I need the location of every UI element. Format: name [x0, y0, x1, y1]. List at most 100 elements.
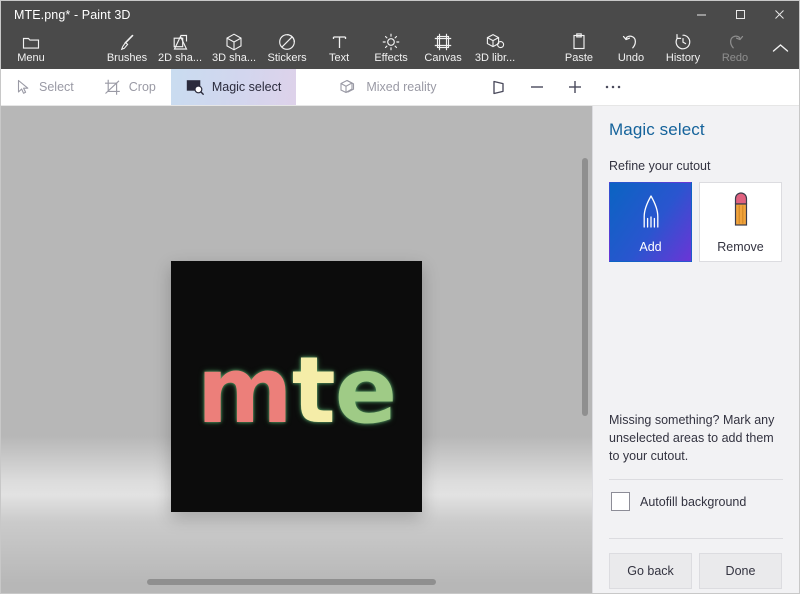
clipboard-icon — [571, 34, 587, 51]
view-3d-button[interactable] — [480, 69, 518, 105]
go-back-button[interactable]: Go back — [609, 553, 692, 589]
ribbon-label: Menu — [17, 52, 45, 64]
ribbon-item-undo[interactable]: Undo — [605, 28, 657, 69]
3d-library-icon — [486, 34, 505, 51]
mte-logo: mte — [197, 345, 396, 437]
panel-actions: Go back Done — [609, 539, 783, 589]
zoom-out-icon — [528, 78, 546, 96]
window-controls — [682, 1, 799, 28]
autofill-checkbox[interactable] — [611, 492, 630, 511]
canvas-viewport[interactable]: mte — [1, 106, 592, 593]
tool-label: Select — [39, 80, 74, 94]
crop-icon — [104, 79, 121, 96]
more-options-button[interactable] — [594, 69, 632, 105]
tool-label: Mixed reality — [366, 80, 436, 94]
pen-icon — [636, 183, 666, 240]
cursor-icon — [16, 79, 31, 95]
ribbon-label: 2D sha... — [158, 52, 202, 64]
logo-letter-t: t — [292, 337, 335, 444]
zoom-out-button[interactable] — [518, 69, 556, 105]
workspace: mte Magic select Refine your cutout Add — [1, 106, 799, 593]
ribbon-item-menu[interactable]: Menu — [5, 28, 57, 69]
ribbon-item-text[interactable]: Text — [313, 28, 365, 69]
title-bar: MTE.png* - Paint 3D — [1, 1, 799, 28]
autofill-label: Autofill background — [640, 495, 746, 509]
tool-mixed-reality[interactable]: Mixed reality — [324, 69, 451, 105]
mixed-reality-icon — [339, 79, 358, 95]
ribbon-item-effects[interactable]: Effects — [365, 28, 417, 69]
magic-select-panel: Magic select Refine your cutout Add — [592, 106, 799, 593]
window-title: MTE.png* - Paint 3D — [1, 8, 131, 22]
toolbar-spacer — [296, 69, 324, 105]
ribbon-label: 3D sha... — [212, 52, 256, 64]
undo-icon — [622, 34, 640, 51]
ribbon-label: History — [666, 52, 700, 64]
tool-toolbar: Select Crop Magic select Mixed reality — [1, 69, 799, 106]
effects-icon — [382, 34, 400, 51]
zoom-in-icon — [566, 78, 584, 96]
ribbon-label: Effects — [374, 52, 407, 64]
2d-shapes-icon — [171, 34, 190, 51]
toolbar-spacer-2 — [452, 69, 480, 105]
ribbon-item-2d-shapes[interactable]: 2D sha... — [153, 28, 207, 69]
maximize-button[interactable] — [721, 1, 760, 28]
done-button[interactable]: Done — [699, 553, 782, 589]
ribbon-item-stickers[interactable]: Stickers — [261, 28, 313, 69]
chevron-up-icon — [772, 43, 789, 54]
logo-letter-e: e — [335, 337, 396, 444]
tool-magic-select[interactable]: Magic select — [171, 69, 296, 105]
tool-select[interactable]: Select — [1, 69, 89, 105]
history-icon — [674, 34, 692, 51]
horizontal-scrollbar[interactable] — [147, 579, 436, 585]
tool-card-label: Add — [639, 240, 661, 254]
ribbon-label: 3D libr... — [475, 52, 515, 64]
main-toolbar: Menu Brushes 2D sha... 3D sha... S — [1, 28, 799, 69]
tool-crop[interactable]: Crop — [89, 69, 171, 105]
tool-label: Crop — [129, 80, 156, 94]
magic-select-icon — [186, 79, 204, 95]
logo-letter-m: m — [197, 337, 292, 444]
ribbon-label: Redo — [722, 52, 748, 64]
ribbon-item-3d-library[interactable]: 3D libr... — [469, 28, 521, 69]
ribbon-label: Canvas — [424, 52, 461, 64]
eraser-icon — [729, 183, 753, 240]
refine-tools: Add Remove — [609, 182, 783, 262]
panel-subtitle: Refine your cutout — [609, 159, 783, 173]
view-3d-icon — [490, 79, 507, 96]
ribbon-label: Paste — [565, 52, 593, 64]
ribbon-label: Undo — [618, 52, 644, 64]
zoom-in-button[interactable] — [556, 69, 594, 105]
remove-tool-button[interactable]: Remove — [699, 182, 782, 262]
ribbon-item-brushes[interactable]: Brushes — [101, 28, 153, 69]
ribbon-item-3d-shapes[interactable]: 3D sha... — [207, 28, 261, 69]
stickers-icon — [278, 34, 296, 51]
panel-title: Magic select — [609, 120, 783, 140]
ribbon-item-history[interactable]: History — [657, 28, 709, 69]
artboard[interactable]: mte — [171, 261, 422, 512]
redo-icon — [726, 34, 744, 51]
tool-label: Magic select — [212, 80, 281, 94]
ribbon-right-group: Paste Undo History Redo — [553, 28, 799, 69]
text-icon — [331, 34, 348, 51]
autofill-background-row[interactable]: Autofill background — [609, 480, 783, 524]
maximize-icon — [735, 9, 746, 20]
ribbon-item-redo: Redo — [709, 28, 761, 69]
folder-icon — [22, 34, 40, 51]
ribbon-label: Stickers — [268, 52, 307, 64]
vertical-scrollbar[interactable] — [582, 158, 588, 416]
close-button[interactable] — [760, 1, 799, 28]
close-icon — [774, 9, 785, 20]
ribbon-item-canvas[interactable]: Canvas — [417, 28, 469, 69]
ribbon-label: Text — [329, 52, 349, 64]
ribbon-collapse-button[interactable] — [761, 28, 799, 69]
cube-icon — [225, 34, 243, 51]
paint3d-window: MTE.png* - Paint 3D Menu Brush — [0, 0, 800, 594]
ribbon-label: Brushes — [107, 52, 147, 64]
brush-icon — [118, 34, 136, 51]
more-options-icon — [604, 84, 622, 90]
add-tool-button[interactable]: Add — [609, 182, 692, 262]
minimize-button[interactable] — [682, 1, 721, 28]
ribbon-item-paste[interactable]: Paste — [553, 28, 605, 69]
tool-card-label: Remove — [717, 240, 764, 254]
minimize-icon — [696, 9, 707, 20]
